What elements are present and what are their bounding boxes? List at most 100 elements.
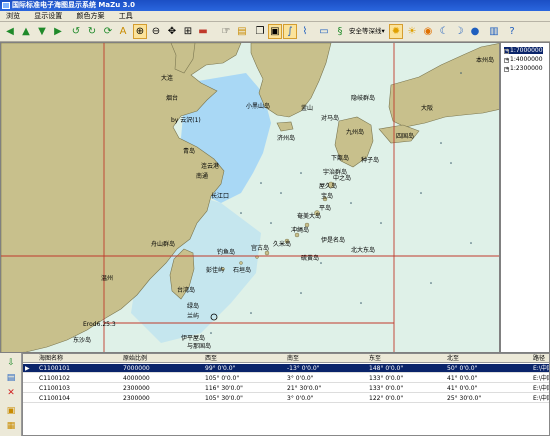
menu-tools[interactable]: 工具 <box>113 11 139 22</box>
pan-icon[interactable]: ✥ <box>165 24 179 39</box>
map-label: 南通 <box>196 173 209 180</box>
info-icon[interactable]: ▥ <box>487 24 501 39</box>
column-header[interactable]: 路径 <box>533 354 545 363</box>
cell: 105° 30'0.0" <box>205 395 243 402</box>
load-chart-icon[interactable]: ⇩ <box>5 357 17 369</box>
map-label: 钓鱼岛 <box>217 249 236 256</box>
list-toolbar: ⇩ ▤ ✕ ▣ ▦ <box>0 353 22 436</box>
panel-icon[interactable]: ▭ <box>317 24 331 39</box>
folder-icon[interactable]: ▦ <box>5 420 17 432</box>
day-bright-icon[interactable]: ☀ <box>405 24 419 39</box>
menu-display-settings[interactable]: 显示设置 <box>28 11 68 22</box>
map-label: 久米岛 <box>273 241 292 248</box>
expand-icon[interactable]: + <box>504 49 509 54</box>
map-label: Erod6.25.3 <box>83 321 116 328</box>
dusk-mode-icon[interactable]: ◉ <box>421 24 435 39</box>
chart-tree-panel: +1:7000000 +1:4000000 +1:2300000 <box>500 42 550 353</box>
chart-table[interactable]: 海图名称 原始比例 西至 南至 东至 北至 路径 ▶ C1100101 7000… <box>22 353 550 436</box>
column-header[interactable]: 南至 <box>287 354 299 363</box>
select-icon[interactable]: ☞ <box>219 24 233 39</box>
column-header[interactable]: 西至 <box>205 354 217 363</box>
chart-list-icon[interactable]: ▤ <box>235 24 249 39</box>
map-label: 烟台 <box>166 95 179 102</box>
app-title: 国际标准电子海图显示系统 MaZu 3.0 <box>12 1 136 9</box>
map-label: 石垣岛 <box>233 267 252 274</box>
cell: E:\中国海 <box>533 395 549 402</box>
export-icon[interactable]: ▣ <box>5 405 17 417</box>
display-mode-dropdown[interactable]: 安全等深线 ▾ <box>347 24 387 39</box>
open-chart-icon[interactable]: ▤ <box>5 372 17 384</box>
cell: 2300000 <box>123 385 150 392</box>
day-mode-icon[interactable]: ✹ <box>389 24 403 39</box>
expand-icon[interactable]: + <box>504 58 509 63</box>
arrow-down-icon[interactable]: ▼ <box>35 24 49 39</box>
north-up-icon[interactable]: A <box>116 24 130 39</box>
chart-list-panel: ⇩ ▤ ✕ ▣ ▦ 海图名称 原始比例 西至 南至 东至 北至 路径 ▶ C11… <box>0 353 550 436</box>
table-row[interactable]: C1100103 2300000 116° 30'0.0" 21° 30'0.0… <box>23 384 549 393</box>
map-label: 台湾岛 <box>177 287 196 294</box>
zoom-out-icon[interactable]: ⊖ <box>149 24 163 39</box>
cell: 105° 0'0.0" <box>205 375 240 382</box>
arrow-right-icon[interactable]: ▶ <box>51 24 65 39</box>
safety-contour-icon[interactable]: § <box>333 24 347 39</box>
map-label: 北大东岛 <box>351 247 376 254</box>
cell: E:\中国海 <box>533 385 549 392</box>
map-label: 东沙岛 <box>73 337 92 344</box>
refresh-icon[interactable]: ⟳ <box>101 24 115 39</box>
menu-color-scheme[interactable]: 颜色方案 <box>70 11 110 22</box>
cell: 133° 0'0.0" <box>369 385 404 392</box>
night-dark-icon[interactable]: ● <box>468 24 482 39</box>
dark-mode-icon[interactable]: ☽ <box>452 24 466 39</box>
column-header[interactable]: 海图名称 <box>39 354 63 363</box>
cell: 21° 30'0.0" <box>287 385 322 392</box>
cell: E:\中国海 <box>533 365 549 372</box>
title-bar: 国际标准电子海图显示系统 MaZu 3.0 <box>0 0 550 11</box>
route-icon[interactable]: ∫ <box>283 24 297 39</box>
rotate-left-icon[interactable]: ↺ <box>69 24 83 39</box>
track-icon[interactable]: ⌇ <box>298 24 312 39</box>
zoom-in-icon[interactable]: ⊕ <box>133 24 147 39</box>
cell: 122° 0'0.0" <box>369 395 404 402</box>
map-label: 温州 <box>101 275 114 282</box>
paste-icon[interactable]: ▣ <box>268 24 282 39</box>
expand-icon[interactable]: + <box>504 67 509 72</box>
cell: C1100101 <box>39 365 70 372</box>
help-icon[interactable]: ? <box>505 24 519 39</box>
display-mode-label: 安全等深线 <box>349 27 382 35</box>
tree-item-scale[interactable]: +1:4000000 <box>504 56 543 63</box>
map-label: 绿岛 <box>187 303 200 310</box>
delete-chart-icon[interactable]: ✕ <box>5 387 17 399</box>
column-header[interactable]: 原始比例 <box>123 354 147 363</box>
table-row[interactable]: C1100102 4000000 105° 0'0.0" 3° 0'0.0" 1… <box>23 374 549 383</box>
tree-item-scale[interactable]: +1:7000000 <box>504 47 543 54</box>
cell: 99° 0'0.0" <box>205 365 236 372</box>
tree-item-scale[interactable]: +1:2300000 <box>504 65 543 72</box>
map-label: 宝岛 <box>321 193 334 200</box>
map-label: 小黑山岛 <box>246 103 271 110</box>
cell: C1100103 <box>39 385 70 392</box>
zoom-window-icon[interactable]: ⊞ <box>181 24 195 39</box>
table-row[interactable]: ▶ C1100101 7000000 99° 0'0.0" -13° 0'0.0… <box>23 364 549 373</box>
chart-view[interactable]: 本州岛 大阪 四国岛 九州岛 隐岐群岛 济州岛 小黑山岛 釜山 对马岛 大连 烟… <box>0 42 500 353</box>
rotate-right-icon[interactable]: ↻ <box>85 24 99 39</box>
menu-bar: 浏览 显示设置 颜色方案 工具 <box>0 11 550 22</box>
map-label: 釜山 <box>301 105 314 112</box>
layers-icon[interactable]: ❐ <box>253 24 267 39</box>
toolbar: ◀ ▲ ▼ ▶ ↺ ↻ ⟳ A ⊕ ⊖ ✥ ⊞ ▬ ☞ ▤ ❐ ▣ ∫ ⌇ ▭ … <box>0 22 550 42</box>
table-row[interactable]: C1100104 2300000 105° 30'0.0" 3° 0'0.0" … <box>23 394 549 403</box>
nautical-chart[interactable] <box>1 43 500 353</box>
arrow-left-icon[interactable]: ◀ <box>3 24 17 39</box>
cell: 133° 0'0.0" <box>369 375 404 382</box>
arrow-up-icon[interactable]: ▲ <box>19 24 33 39</box>
ruler-icon[interactable]: ▬ <box>196 24 210 39</box>
cell: 148° 0'0.0" <box>369 365 404 372</box>
night-mode-icon[interactable]: ☾ <box>437 24 451 39</box>
menu-browse[interactable]: 浏览 <box>0 11 26 22</box>
map-label: by 云沢(1) <box>171 117 201 124</box>
map-label: 长江口 <box>211 193 230 200</box>
cell: C1100102 <box>39 375 70 382</box>
column-header[interactable]: 北至 <box>447 354 459 363</box>
column-header[interactable]: 东至 <box>369 354 381 363</box>
map-label: 大连 <box>161 75 174 82</box>
map-label: 四国岛 <box>396 133 415 140</box>
